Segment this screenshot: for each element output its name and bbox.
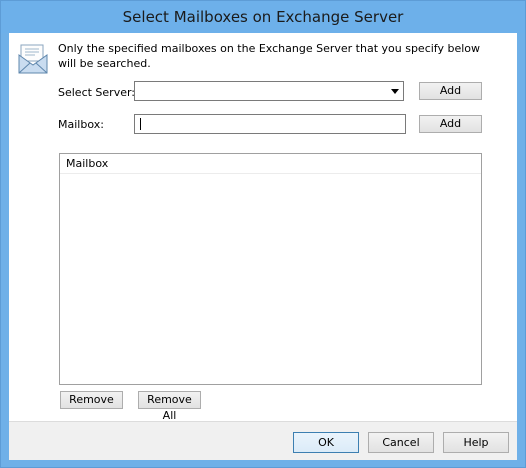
text-caret	[140, 118, 141, 130]
title-bar[interactable]: Select Mailboxes on Exchange Server	[1, 1, 525, 33]
select-server-label: Select Server:	[58, 86, 136, 99]
add-mailbox-button[interactable]: Add	[419, 115, 482, 133]
column-header-mailbox[interactable]: Mailbox	[66, 157, 108, 170]
add-server-button[interactable]: Add	[419, 82, 482, 100]
select-server-dropdown[interactable]	[134, 81, 404, 101]
mailbox-input[interactable]	[134, 114, 406, 134]
mailbox-list[interactable]: Mailbox	[59, 153, 482, 385]
help-button[interactable]: Help	[443, 432, 509, 453]
ok-button[interactable]: OK	[293, 432, 359, 453]
dialog-footer: OK Cancel Help	[9, 421, 517, 460]
list-header: Mailbox	[60, 154, 481, 174]
remove-button[interactable]: Remove	[60, 391, 123, 409]
dialog-window: Select Mailboxes on Exchange Server Only…	[0, 0, 526, 468]
mailbox-label: Mailbox:	[58, 118, 104, 131]
cancel-button[interactable]: Cancel	[368, 432, 434, 453]
window-title: Select Mailboxes on Exchange Server	[122, 8, 404, 26]
dialog-client-area: Only the specified mailboxes on the Exch…	[9, 33, 517, 460]
mail-envelope-icon	[18, 44, 48, 74]
dropdown-arrow-icon[interactable]	[391, 89, 399, 94]
remove-all-button[interactable]: Remove All	[138, 391, 201, 422]
content-area: Only the specified mailboxes on the Exch…	[9, 33, 517, 422]
intro-text: Only the specified mailboxes on the Exch…	[58, 42, 481, 70]
